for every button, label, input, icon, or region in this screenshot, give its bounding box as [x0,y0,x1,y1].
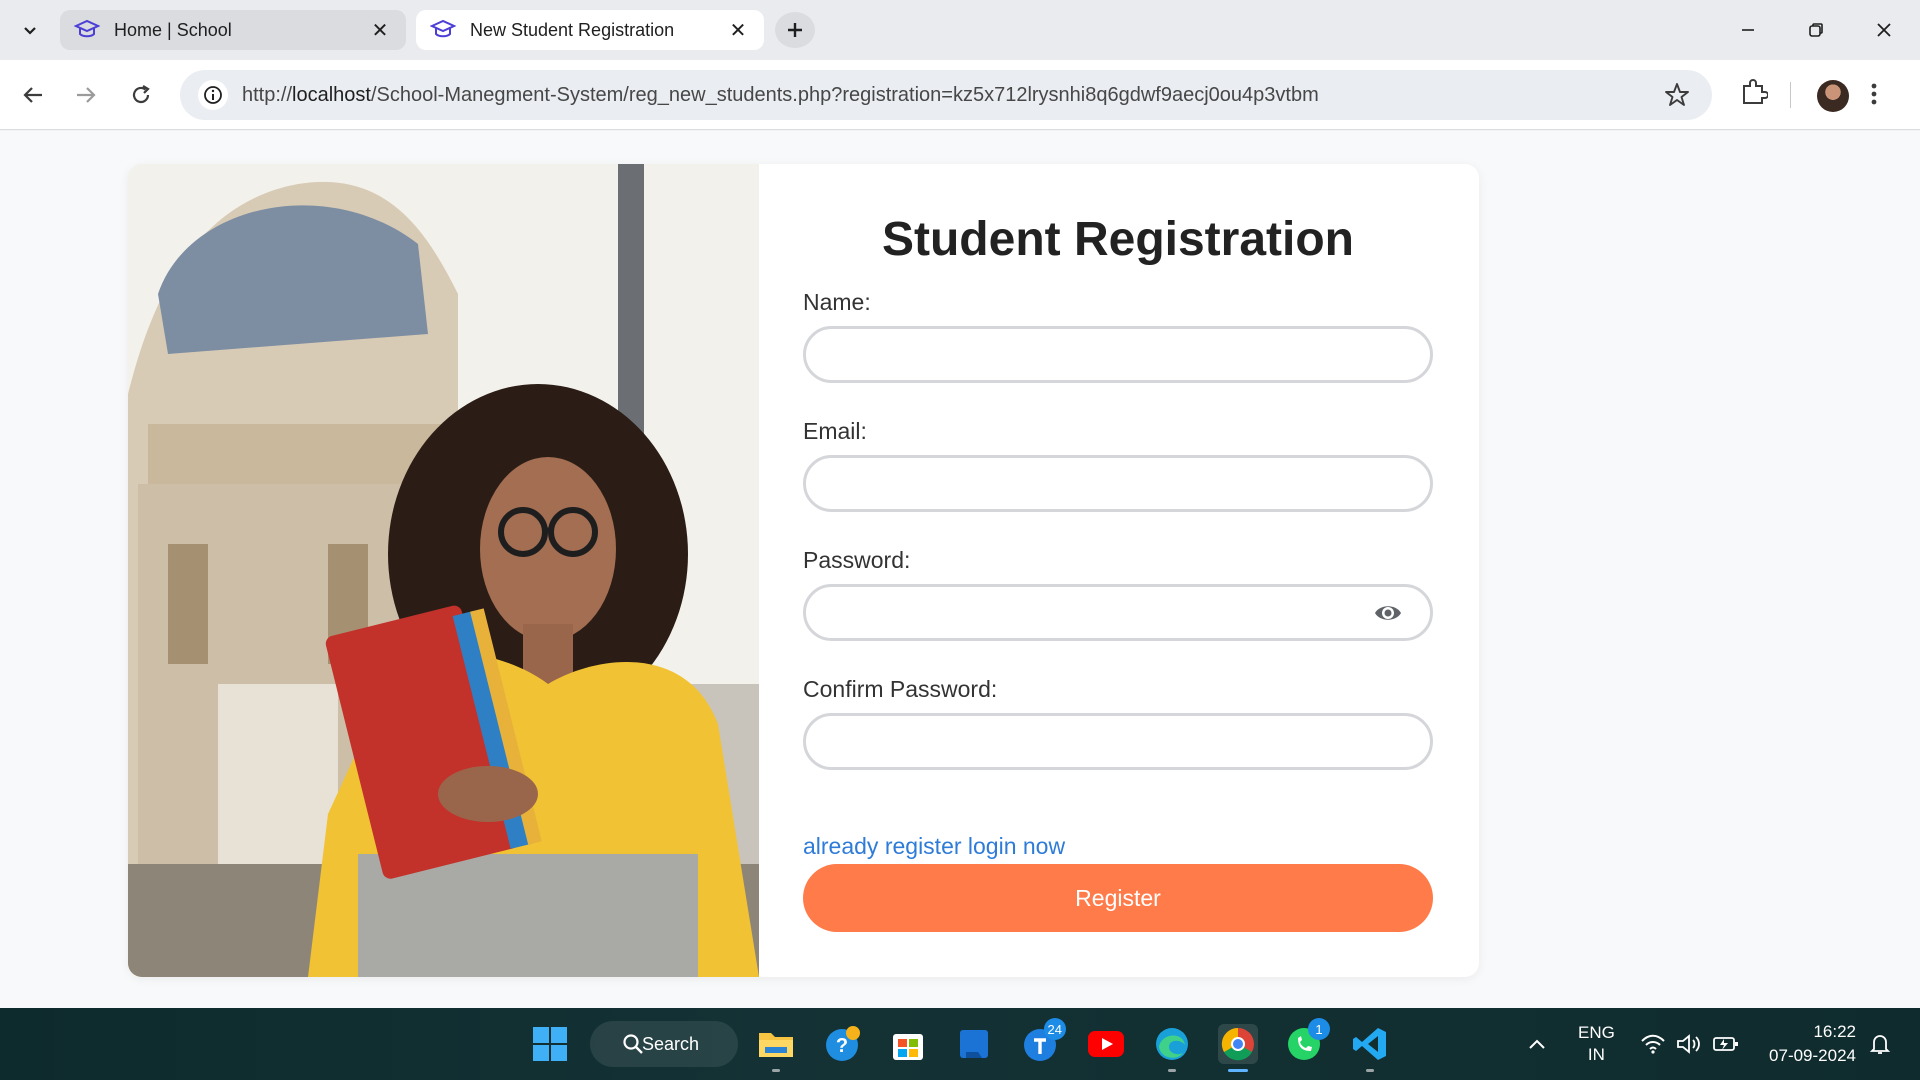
tab-search-button[interactable] [14,14,46,46]
registration-card: Student Registration Name: Email: Passwo… [128,164,1479,977]
volume-icon[interactable] [1676,1008,1702,1080]
running-indicator [1366,1069,1374,1072]
name-label: Name: [803,289,871,315]
search-icon [623,1034,643,1054]
clock-date: 07-09-2024 [1769,1046,1856,1065]
close-icon[interactable]: ✕ [726,18,750,42]
notifications-icon[interactable] [1868,1008,1892,1080]
notification-badge: 1 [1308,1018,1330,1040]
start-button[interactable] [530,1024,570,1064]
restore-button[interactable] [1794,12,1838,48]
bookmark-star-icon[interactable] [1664,82,1690,108]
profile-avatar[interactable] [1817,80,1849,112]
show-hidden-icons[interactable] [1528,1008,1546,1080]
search-label: Search [642,1033,700,1054]
chrome-icon[interactable] [1218,1024,1258,1072]
close-icon [1877,23,1891,37]
email-label: Email: [803,418,867,444]
menu-button[interactable] [1870,82,1878,111]
tab-new-student-registration[interactable]: New Student Registration ✕ [416,10,764,50]
svg-text:?: ? [836,1035,848,1057]
eye-icon[interactable] [1374,601,1402,625]
arrow-right-icon [77,87,96,103]
notes-app-icon[interactable] [954,1024,994,1064]
plus-icon [788,23,802,37]
language-region: IN [1587,1045,1605,1064]
windows-logo-icon [533,1027,567,1061]
microsoft-store-icon[interactable] [888,1024,928,1064]
whatsapp-icon[interactable]: 1 [1284,1018,1330,1064]
password-input[interactable] [803,584,1433,641]
battery-icon[interactable] [1712,1008,1740,1080]
site-info-icon[interactable] [198,80,228,110]
url-text: http://localhost/School-Manegment-System… [242,84,1319,107]
restore-icon [1809,23,1823,37]
wifi-icon[interactable] [1640,1008,1666,1080]
tab-strip: Home | School ✕ New Student Registration… [0,0,1920,60]
notification-badge: 24 [1043,1018,1066,1040]
close-icon[interactable]: ✕ [368,18,392,42]
email-input[interactable] [803,455,1433,512]
extensions-button[interactable] [1740,78,1769,111]
running-indicator [772,1069,780,1072]
vscode-icon[interactable] [1350,1024,1390,1072]
reload-icon [132,85,150,104]
language-code: ENG [1578,1023,1615,1042]
tab-home-school[interactable]: Home | School ✕ [60,10,406,50]
back-button[interactable] [15,77,51,113]
login-link[interactable]: already register login now [803,833,1065,860]
chevron-up-icon [1529,1039,1545,1049]
toolbar-divider [1790,82,1791,108]
close-window-button[interactable] [1862,12,1906,48]
forward-button[interactable] [68,77,104,113]
teams-icon[interactable]: 24 [1020,1018,1066,1064]
minimize-icon [1742,29,1754,31]
help-app-icon[interactable]: ? [822,1024,862,1064]
address-bar[interactable]: http://localhost/School-Manegment-System… [180,70,1712,120]
register-button[interactable]: Register [803,864,1433,932]
reload-button[interactable] [123,77,159,113]
running-indicator [1168,1069,1176,1072]
language-indicator[interactable]: ENG IN [1578,1008,1615,1080]
confirm-password-label: Confirm Password: [803,676,998,702]
youtube-icon[interactable] [1086,1024,1126,1064]
chevron-down-icon [24,27,36,35]
form-title: Student Registration [881,213,1354,266]
tab-title: Home | School [114,19,232,40]
url-host: localhost [292,83,371,106]
file-explorer-icon[interactable] [756,1024,796,1072]
clock-time: 16:22 [1813,1022,1856,1041]
edge-browser-icon[interactable] [1152,1024,1192,1072]
taskbar-search[interactable]: Search [590,1021,738,1067]
name-input[interactable] [803,326,1433,383]
page-body: Student Registration Name: Email: Passwo… [0,131,1920,1008]
url-scheme: http:// [242,83,293,106]
tab-title: New Student Registration [470,19,675,40]
more-vertical-icon [1871,83,1877,105]
new-tab-button[interactable] [775,12,815,48]
puzzle-piece-icon [1743,79,1769,104]
minimize-button[interactable] [1726,12,1770,48]
confirm-password-input[interactable] [803,713,1433,770]
clock[interactable]: 16:22 07-09-2024 [1760,1008,1856,1080]
arrow-left-icon [23,87,42,103]
url-path: /School-Manegment-System/reg_new_student… [370,83,1319,106]
password-label: Password: [803,547,911,573]
graduation-cap-icon [74,17,100,43]
graduation-cap-icon [430,17,456,43]
student-photo [128,164,759,977]
browser-toolbar: http://localhost/School-Manegment-System… [0,60,1920,130]
active-indicator [1228,1069,1248,1072]
windows-taskbar: Search ? 24 1 ENG IN 16:22 07-09-2024 [0,1008,1920,1080]
